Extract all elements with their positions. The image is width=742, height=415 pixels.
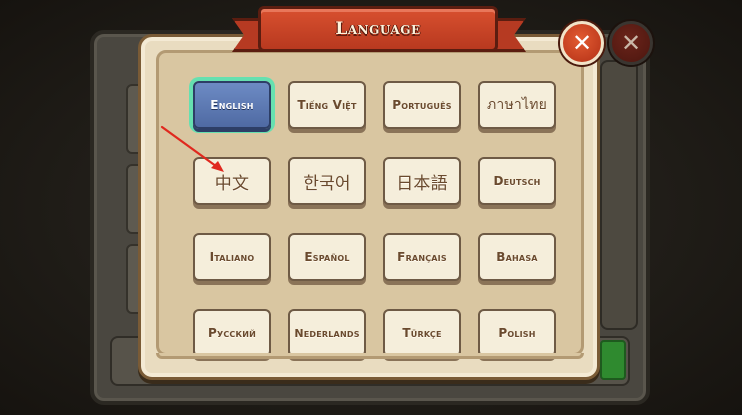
language-button-french[interactable]: Français bbox=[383, 233, 461, 281]
close-icon: ✕ bbox=[571, 29, 593, 57]
language-label: ภาษาไทย bbox=[486, 97, 548, 113]
language-button-german[interactable]: Deutsch bbox=[478, 157, 556, 205]
language-label: Español bbox=[304, 250, 350, 264]
language-button-russian[interactable]: Русский bbox=[193, 309, 271, 357]
language-button-portuguese[interactable]: Português bbox=[383, 81, 461, 129]
language-button-vietnamese[interactable]: Tiếng Việt bbox=[288, 81, 366, 129]
language-button-japanese[interactable]: 日本語 bbox=[383, 157, 461, 205]
background-side-panel bbox=[600, 60, 638, 330]
background-close-button: ✕ bbox=[609, 21, 653, 65]
close-icon: ✕ bbox=[620, 29, 642, 57]
title-ribbon: Language bbox=[258, 6, 498, 52]
language-button-polish[interactable]: Polish bbox=[478, 309, 556, 357]
language-button-thai[interactable]: ภาษาไทย bbox=[478, 81, 556, 129]
language-label: Türkçe bbox=[402, 326, 442, 340]
language-label: 日本語 bbox=[396, 173, 448, 194]
language-button-english[interactable]: English bbox=[193, 81, 271, 129]
grid-panel-bottom-edge bbox=[156, 353, 584, 359]
language-label: Português bbox=[392, 98, 452, 112]
dialog-title: Language bbox=[335, 19, 421, 39]
language-label: Deutsch bbox=[493, 174, 541, 188]
language-button-korean[interactable]: 한국어 bbox=[288, 157, 366, 205]
language-button-spanish[interactable]: Español bbox=[288, 233, 366, 281]
background-green-button bbox=[600, 340, 626, 380]
language-label: 한국어 bbox=[303, 173, 351, 194]
language-label: Nederlands bbox=[294, 326, 360, 340]
language-button-bahasa[interactable]: Bahasa bbox=[478, 233, 556, 281]
language-button-italian[interactable]: Italiano bbox=[193, 233, 271, 281]
language-label: Русский bbox=[207, 326, 257, 340]
language-label: Français bbox=[397, 250, 447, 264]
language-button-dutch[interactable]: Nederlands bbox=[288, 309, 366, 357]
close-button[interactable]: ✕ bbox=[560, 21, 604, 65]
language-label: Tiếng Việt bbox=[297, 98, 357, 112]
language-label: Italiano bbox=[209, 250, 255, 264]
language-button-turkish[interactable]: Türkçe bbox=[383, 309, 461, 357]
arrow-pointer-icon bbox=[160, 125, 224, 172]
language-label: English bbox=[210, 98, 254, 112]
language-label: Polish bbox=[498, 326, 536, 340]
language-label: Bahasa bbox=[496, 250, 538, 264]
